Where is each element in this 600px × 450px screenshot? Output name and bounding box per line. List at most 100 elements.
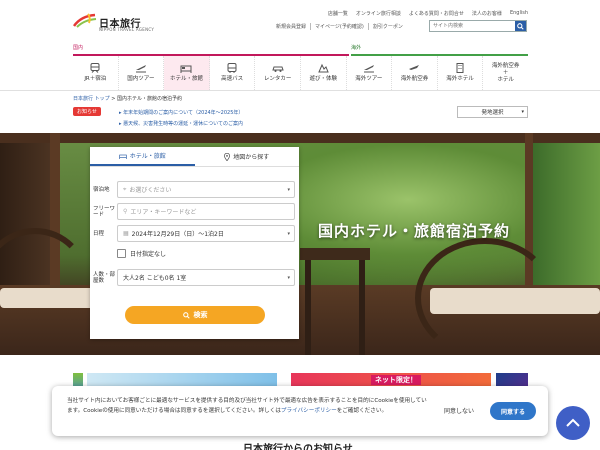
search-panel: ホテル・旅館 地図から探す 宿泊地 ⌖ お選びください ▾ フリーワード ⚲ エ… [90, 147, 299, 339]
nav-item-rentacar[interactable]: レンタカー [255, 56, 301, 90]
site-search-button[interactable] [515, 21, 526, 31]
search-tabs: ホテル・旅館 地図から探す [90, 147, 299, 167]
site-logo[interactable]: 日本旅行 NIPPON TRAVEL AGENCY [73, 13, 163, 35]
util-link-english[interactable]: English [510, 10, 528, 17]
util-link-corporate[interactable]: 法人のお客様 [472, 10, 502, 17]
main-nav: JR＋宿泊 国内ツアー ホテル・旅館 高速バス レンタカー 遊び・体験 海外ツア… [73, 56, 528, 90]
nav-label: 海外航空券 ＋ ホテル [491, 62, 520, 83]
pin-icon: ⌖ [123, 185, 127, 193]
nav-label: ホテル・旅館 [169, 76, 203, 82]
notice-item-weather[interactable]: 悪天候、災害発生時等の運延・運休についてのご案内 [119, 119, 243, 130]
no-date-label: 日付指定なし [130, 251, 167, 258]
activity-icon [318, 63, 330, 73]
destination-placeholder: お選びください [129, 187, 172, 194]
nav-label: 海外ツアー [355, 76, 383, 82]
nav-label: レンタカー [263, 76, 292, 82]
register-link[interactable]: 新規会員登録 [272, 23, 312, 30]
freeword-input[interactable]: ⚲ エリア・キーワードなど [117, 203, 295, 220]
site-search-input[interactable] [430, 21, 516, 31]
tab-hotel[interactable]: ホテル・旅館 [90, 147, 195, 166]
news-title: 日本旅行からのお知らせ [243, 444, 353, 450]
search-icon [182, 311, 190, 319]
back-to-top-button[interactable] [556, 406, 590, 440]
nav-label: 海外航空券 [400, 76, 429, 82]
destination-label: 宿泊地 [93, 186, 110, 193]
nav-item-overseas-air[interactable]: 海外航空券 [392, 56, 438, 90]
chevron-down-icon: ▾ [287, 274, 290, 281]
nav-item-domestic-tour[interactable]: 国内ツアー [119, 56, 165, 90]
tab-hotel-label: ホテル・旅館 [129, 153, 166, 160]
no-date-checkbox-row[interactable]: 日付指定なし [117, 249, 166, 258]
net-limited-tag: ネット限定！ [371, 375, 421, 385]
search-button-label: 検索 [193, 311, 208, 319]
people-select[interactable]: 大人2名 こども0名 1室 ▾ [117, 269, 295, 286]
hero-table-leg [305, 260, 311, 355]
hero-title: 国内ホテル・旅館宿泊予約 [318, 222, 511, 240]
nav-item-air-hotel[interactable]: 海外航空券 ＋ ホテル [483, 56, 528, 90]
cookie-agree-button[interactable]: 同意する [490, 402, 536, 420]
cookie-text: 当社サイト内においてお客様ごとに最適なサービスを提供する目的及び当社サイト外で最… [67, 396, 427, 416]
calendar-icon: ▦ [123, 230, 129, 237]
nav-label: 遊び・体験 [309, 76, 338, 82]
cookie-consent-dialog: 当社サイト内においてお客様ごとに最適なサービスを提供する目的及び当社サイト外で最… [52, 386, 548, 436]
hero-table-leg [359, 260, 365, 355]
nav-label: JR＋宿泊 [84, 76, 107, 82]
destination-row: 宿泊地 ⌖ お選びください ▾ [93, 181, 295, 198]
util-link-faq[interactable]: よくある質問・お問合せ [409, 10, 464, 17]
nav-domestic-label: 国内 [73, 45, 84, 51]
chevron-down-icon: ▾ [287, 186, 290, 193]
people-value: 大人2名 こども0名 1室 [123, 275, 187, 282]
mypage-link[interactable]: マイページ(予約確認) [311, 23, 369, 30]
coupon-link[interactable]: 割引クーポン [369, 23, 407, 30]
util-link-stores[interactable]: 店舗一覧 [328, 10, 348, 17]
nav-label: 海外ホテル [446, 76, 474, 82]
nav-item-bus[interactable]: 高速バス [210, 56, 256, 90]
date-label: 日程 [93, 230, 105, 237]
search-icon: ⚲ [123, 208, 128, 215]
tab-map[interactable]: 地図から探す [194, 147, 299, 166]
hero-beam [0, 133, 600, 143]
nav-label: 高速バス [221, 76, 244, 82]
nav-item-overseas-hotel[interactable]: 海外ホテル [438, 56, 484, 90]
train-icon [90, 63, 100, 73]
date-select[interactable]: ▦ 2024年12月29日（日）〜1泊2日 ▾ [117, 225, 295, 242]
nav-item-jr-hotel[interactable]: JR＋宿泊 [73, 56, 119, 90]
nav-item-overseas-tour[interactable]: 海外ツアー [347, 56, 393, 90]
notice-list: 年末年始期間のご案内について（2024年〜2025年） 悪天候、災害発生時等の運… [119, 108, 243, 130]
nav-overseas-label: 海外 [351, 45, 362, 51]
people-row: 人数・部屋数 大人2名 こども0名 1室 ▾ [93, 269, 295, 286]
nav-item-activity[interactable]: 遊び・体験 [301, 56, 347, 90]
notice-item-newyear[interactable]: 年末年始期間のご案内について（2024年〜2025年） [119, 108, 243, 119]
map-pin-icon [224, 152, 231, 161]
plane-icon [409, 65, 420, 70]
people-label: 人数・部屋数 [93, 271, 116, 284]
car-icon [271, 66, 284, 72]
breadcrumb: 日本旅行 トップ > 国内ホテル・旅館の宿泊予約 [73, 95, 182, 102]
logo-subtitle: NIPPON TRAVEL AGENCY [99, 27, 155, 32]
chevron-up-icon [566, 418, 580, 427]
departure-select-label: 発地選択 [481, 110, 504, 116]
freeword-label: フリーワード [93, 205, 116, 218]
breadcrumb-home[interactable]: 日本旅行 トップ [73, 96, 110, 102]
member-links: 新規会員登録 マイページ(予約確認) 割引クーポン [272, 23, 407, 30]
nav-bottom-divider [0, 90, 600, 91]
freeword-placeholder: エリア・キーワードなど [130, 209, 197, 216]
privacy-policy-link[interactable]: プライバシーポリシー [281, 408, 337, 414]
nav-item-hotel[interactable]: ホテル・旅館 [164, 56, 210, 90]
util-link-online[interactable]: オンライン旅行相談 [356, 10, 401, 17]
chevron-down-icon: ▾ [287, 230, 290, 237]
departure-select[interactable]: 発地選択 ▾ [457, 106, 528, 118]
bed-icon [119, 154, 127, 159]
plane-icon [363, 65, 374, 73]
logo-swoosh-icon [73, 13, 97, 28]
cookie-deny-button[interactable]: 同意しない [444, 406, 474, 415]
chevron-down-icon: ▾ [521, 109, 524, 115]
search-button[interactable]: 検索 [125, 306, 265, 324]
tab-map-label: 地図から探す [233, 154, 270, 161]
destination-select[interactable]: ⌖ お選びください ▾ [117, 181, 295, 198]
plane-icon [135, 65, 146, 73]
no-date-checkbox[interactable] [117, 249, 126, 258]
notice-badge: お知らせ [73, 107, 101, 116]
bus-icon [227, 63, 237, 73]
utility-links: 店舗一覧 オンライン旅行相談 よくある質問・お問合せ 法人のお客様 Englis… [328, 10, 528, 17]
